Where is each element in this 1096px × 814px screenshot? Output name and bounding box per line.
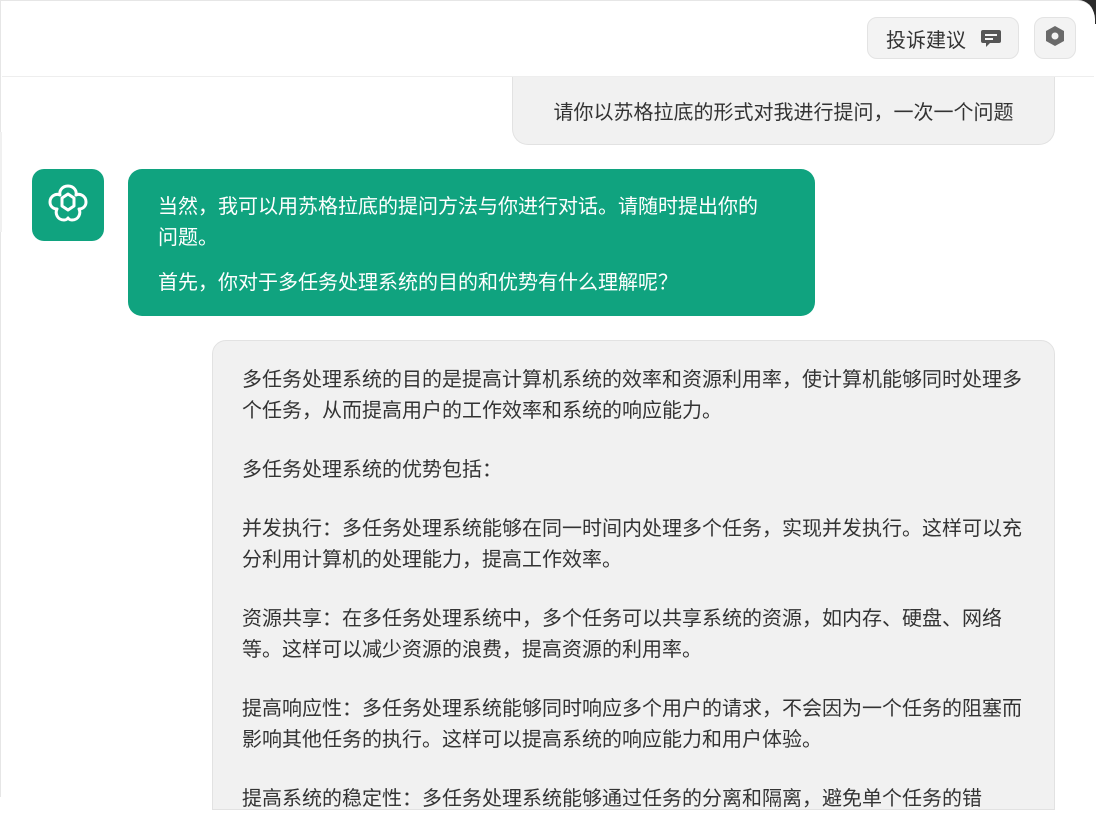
feedback-label: 投诉建议 bbox=[886, 27, 966, 52]
assistant-paragraph: 首先，你对于多任务处理系统的目的和优势有什么理解呢？ bbox=[158, 270, 678, 294]
assistant-avatar bbox=[32, 169, 104, 241]
reply-paragraph: 提高系统的稳定性：多任务处理系统能够通过任务的分离和隔离，避免单个任务的错 bbox=[242, 786, 982, 810]
message-icon bbox=[980, 27, 1002, 49]
assistant-paragraph: 当然，我可以用苏格拉底的提问方法与你进行对话。请随时提出你的问题。 bbox=[158, 194, 758, 249]
settings-button[interactable] bbox=[1034, 17, 1076, 59]
user-reply-bubble: 多任务处理系统的目的是提高计算机系统的效率和资源利用率，使计算机能够同时处理多个… bbox=[212, 340, 1055, 810]
feedback-button[interactable]: 投诉建议 bbox=[867, 17, 1019, 59]
reply-paragraph: 并发执行：多任务处理系统能够在同一时间内处理多个任务，实现并发执行。这样可以充分… bbox=[242, 516, 1022, 571]
reply-paragraph: 多任务处理系统的目的是提高计算机系统的效率和资源利用率，使计算机能够同时处理多个… bbox=[242, 367, 1022, 422]
openai-logo-icon bbox=[46, 181, 90, 229]
assistant-message-bubble: 当然，我可以用苏格拉底的提问方法与你进行对话。请随时提出你的问题。 首先，你对于… bbox=[128, 169, 815, 316]
hexagon-settings-icon bbox=[1045, 25, 1065, 51]
user-message-text: 请你以苏格拉底的形式对我进行提问，一次一个问题 bbox=[553, 100, 1014, 124]
reply-paragraph: 资源共享：在多任务处理系统中，多个任务可以共享系统的资源，如内存、硬盘、网络等。… bbox=[242, 606, 1002, 661]
reply-paragraph: 多任务处理系统的优势包括： bbox=[242, 457, 502, 481]
reply-paragraph: 提高响应性：多任务处理系统能够同时响应多个用户的请求，不会因为一个任务的阻塞而影… bbox=[242, 696, 1022, 751]
user-message-bubble: 请你以苏格拉底的形式对我进行提问，一次一个问题 bbox=[512, 77, 1055, 145]
scroll-edge bbox=[0, 132, 2, 232]
